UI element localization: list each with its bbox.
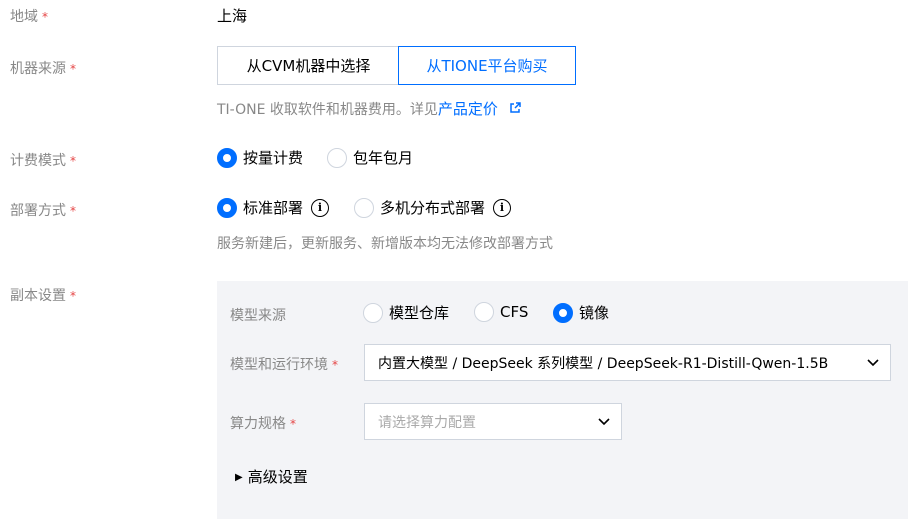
required-mark: * — [332, 358, 338, 372]
compute-spec-select[interactable]: 请选择算力配置 — [364, 403, 622, 440]
deploy-mode-hint: 服务新建后，更新服务、新增版本均无法修改部署方式 — [217, 236, 553, 252]
radio-checked-icon — [217, 197, 237, 218]
hint-text: TI-ONE 收取软件和机器费用。详见 — [217, 102, 438, 118]
info-icon[interactable]: i — [493, 198, 512, 217]
radio-label: 标准部署 — [243, 199, 304, 217]
required-mark: * — [290, 417, 296, 431]
radio-cfs[interactable]: CFS — [474, 302, 528, 322]
option-from-tione[interactable]: 从TIONE平台购买 — [398, 46, 576, 85]
model-env-select[interactable]: 内置大模型 / DeepSeek 系列模型 / DeepSeek-R1-Dist… — [364, 344, 891, 381]
radio-checked-icon — [217, 147, 237, 168]
required-mark: * — [70, 154, 76, 168]
replica-settings-panel: 模型来源 模型仓库 CFS 镜像 模型和运行环境 * 内置大模型 / DeepSe… — [217, 281, 908, 519]
expand-arrow-icon: ▶ — [235, 472, 243, 483]
machine-source-hint: TI-ONE 收取软件和机器费用。详见产品定价 — [217, 98, 522, 119]
radio-model-repo[interactable]: 模型仓库 — [363, 302, 449, 323]
compute-spec-label: 算力规格 * — [230, 416, 296, 432]
chevron-down-icon — [867, 359, 879, 367]
required-mark: * — [70, 289, 76, 303]
chevron-down-icon — [598, 418, 610, 426]
radio-standard-deploy[interactable]: 标准部署 i — [217, 197, 330, 218]
deploy-mode-label: 部署方式 * — [10, 203, 76, 219]
advanced-settings-label: 高级设置 — [247, 468, 308, 486]
advanced-settings-toggle[interactable]: ▶ 高级设置 — [235, 466, 308, 487]
radio-image[interactable]: 镜像 — [553, 302, 609, 323]
required-mark: * — [42, 10, 48, 24]
radio-label: 包年包月 — [353, 149, 414, 167]
radio-label: 按量计费 — [243, 149, 304, 167]
info-icon[interactable]: i — [311, 198, 330, 217]
option-from-tione-label: 从TIONE平台购买 — [426, 57, 548, 75]
model-source-label: 模型来源 — [230, 308, 286, 324]
region-label: 地域 * — [10, 9, 48, 25]
radio-unchecked-icon — [474, 302, 494, 322]
compute-spec-placeholder: 请选择算力配置 — [378, 414, 476, 431]
radio-monthly[interactable]: 包年包月 — [327, 147, 413, 168]
required-mark: * — [70, 62, 76, 76]
billing-mode-label: 计费模式 * — [10, 153, 76, 169]
radio-label: 模型仓库 — [389, 304, 450, 322]
model-env-value: 内置大模型 / DeepSeek 系列模型 / DeepSeek-R1-Dist… — [378, 355, 829, 372]
radio-checked-icon — [553, 302, 573, 323]
region-value: 上海 — [217, 7, 248, 25]
model-env-label: 模型和运行环境 * — [230, 357, 338, 373]
option-from-cvm-label: 从CVM机器中选择 — [246, 57, 371, 75]
radio-label: 多机分布式部署 — [380, 199, 486, 217]
external-link-icon[interactable] — [508, 101, 522, 115]
radio-distributed-deploy[interactable]: 多机分布式部署 i — [354, 197, 512, 218]
machine-source-label: 机器来源 * — [10, 61, 76, 77]
radio-unchecked-icon — [354, 197, 374, 218]
radio-unchecked-icon — [363, 302, 383, 323]
radio-pay-as-you-go[interactable]: 按量计费 — [217, 147, 303, 168]
radio-unchecked-icon — [327, 147, 347, 168]
radio-label: CFS — [500, 303, 529, 321]
radio-label: 镜像 — [579, 304, 610, 322]
pricing-link[interactable]: 产品定价 — [438, 100, 498, 118]
option-from-cvm[interactable]: 从CVM机器中选择 — [217, 46, 399, 85]
required-mark: * — [70, 204, 76, 218]
replica-label: 副本设置 * — [10, 288, 76, 304]
